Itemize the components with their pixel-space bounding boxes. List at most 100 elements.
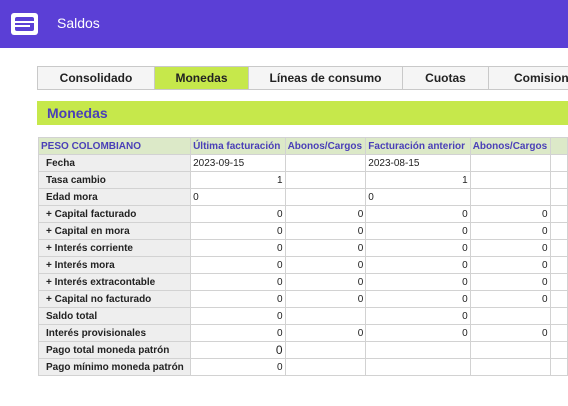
cell-value: 0 <box>190 290 286 308</box>
cell-value: 0 <box>365 205 471 223</box>
header-spacer <box>549 137 568 155</box>
cell-value: 0 <box>365 222 471 240</box>
cell-value <box>365 358 471 376</box>
cell-spacer <box>549 205 568 223</box>
tab-comisiones[interactable]: Comisione <box>489 67 568 89</box>
cell-value: 0 <box>365 188 471 206</box>
header-abonos-cargos: Abonos/Cargos <box>284 137 367 155</box>
cell-spacer <box>549 154 568 172</box>
row-label: + Capital facturado <box>37 205 192 223</box>
cell-value <box>469 154 551 172</box>
cell-value: 2023-09-15 <box>190 154 286 172</box>
row-label: + Interés mora <box>37 256 192 274</box>
cell-value: 0 <box>284 324 367 342</box>
list-icon[interactable] <box>11 13 38 35</box>
cell-value: 0 <box>190 307 286 325</box>
cell-value: 0 <box>365 324 471 342</box>
cell-spacer <box>549 324 568 342</box>
cell-value <box>469 307 551 325</box>
cell-value: 0 <box>190 205 286 223</box>
cell-spacer <box>549 222 568 240</box>
row-label: Tasa cambio <box>37 171 192 189</box>
cell-value: 0 <box>469 222 551 240</box>
row-label: Edad mora <box>37 188 192 206</box>
cell-value <box>284 171 367 189</box>
tab-lineas-de-consumo[interactable]: Líneas de consumo <box>249 67 403 89</box>
cell-spacer <box>549 341 568 359</box>
cell-value: 0 <box>190 324 286 342</box>
table-row: + Capital facturado 0 0 0 0 <box>37 205 568 223</box>
tab-monedas[interactable]: Monedas <box>155 67 249 89</box>
tab-cuotas[interactable]: Cuotas <box>403 67 489 89</box>
cell-value <box>469 171 551 189</box>
cell-value: 0 <box>469 239 551 257</box>
cell-spacer <box>549 188 568 206</box>
cell-value: 0 <box>365 307 471 325</box>
cell-value: 0 <box>469 256 551 274</box>
cell-value: 0 <box>284 222 367 240</box>
cell-value: 0 <box>284 256 367 274</box>
table-row: + Capital en mora 0 0 0 0 <box>37 222 568 240</box>
cell-value: 1 <box>365 171 471 189</box>
tab-consolidado[interactable]: Consolidado <box>38 67 155 89</box>
cell-spacer <box>549 256 568 274</box>
cell-value: 0 <box>190 358 286 376</box>
header-currency: PESO COLOMBIANO <box>37 137 192 155</box>
section-title: Monedas <box>47 105 108 121</box>
cell-value <box>469 358 551 376</box>
cell-spacer <box>549 290 568 308</box>
table-row: + Interés extracontable 0 0 0 0 <box>37 273 568 291</box>
cell-value: 0 <box>284 205 367 223</box>
cell-value <box>284 358 367 376</box>
cell-value: 0 <box>284 273 367 291</box>
cell-spacer <box>549 239 568 257</box>
section-header: Monedas <box>37 101 568 125</box>
table-row: Tasa cambio 1 1 <box>37 171 568 189</box>
balances-table: PESO COLOMBIANO Última facturación Abono… <box>37 137 568 376</box>
header-abonos-cargos-anterior: Abonos/Cargos <box>469 137 551 155</box>
cell-value <box>469 341 551 359</box>
cell-value: 0 <box>190 239 286 257</box>
cell-value: 0 <box>190 341 286 359</box>
cell-value: 0 <box>365 290 471 308</box>
cell-value: 0 <box>365 239 471 257</box>
row-label: Pago mínimo moneda patrón <box>37 358 192 376</box>
table-row: + Capital no facturado 0 0 0 0 <box>37 290 568 308</box>
header-facturacion-anterior: Facturación anterior <box>365 137 471 155</box>
cell-value <box>284 154 367 172</box>
table-row: Pago mínimo moneda patrón 0 <box>37 358 568 376</box>
cell-value: 0 <box>190 273 286 291</box>
cell-value: 2023-08-15 <box>365 154 471 172</box>
table-row: Pago total moneda patrón 0 <box>37 341 568 359</box>
cell-value: 0 <box>469 324 551 342</box>
app-title: Saldos <box>57 15 100 31</box>
cell-spacer <box>549 307 568 325</box>
cell-value <box>284 341 367 359</box>
cell-spacer <box>549 358 568 376</box>
row-label: Saldo total <box>37 307 192 325</box>
cell-value <box>469 188 551 206</box>
header-ultima-facturacion: Última facturación <box>190 137 286 155</box>
row-label: + Capital en mora <box>37 222 192 240</box>
table-row: Fecha 2023-09-15 2023-08-15 <box>37 154 568 172</box>
cell-spacer <box>549 273 568 291</box>
tab-bar: Consolidado Monedas Líneas de consumo Cu… <box>37 66 568 90</box>
cell-value: 0 <box>284 239 367 257</box>
cell-value: 0 <box>469 273 551 291</box>
row-label: Pago total moneda patrón <box>37 341 192 359</box>
app-header: Saldos <box>0 0 568 48</box>
cell-value <box>365 341 471 359</box>
table-row: Interés provisionales 0 0 0 0 <box>37 324 568 342</box>
cell-value: 0 <box>190 188 286 206</box>
row-label: + Capital no facturado <box>37 290 192 308</box>
table-row: Saldo total 0 0 <box>37 307 568 325</box>
cell-value: 0 <box>365 273 471 291</box>
cell-value <box>284 188 367 206</box>
cell-value: 1 <box>190 171 286 189</box>
table-row: + Interés mora 0 0 0 0 <box>37 256 568 274</box>
row-label: Fecha <box>37 154 192 172</box>
table-header-row: PESO COLOMBIANO Última facturación Abono… <box>37 137 568 155</box>
row-label: + Interés corriente <box>37 239 192 257</box>
table-row: Edad mora 0 0 <box>37 188 568 206</box>
cell-value: 0 <box>190 256 286 274</box>
